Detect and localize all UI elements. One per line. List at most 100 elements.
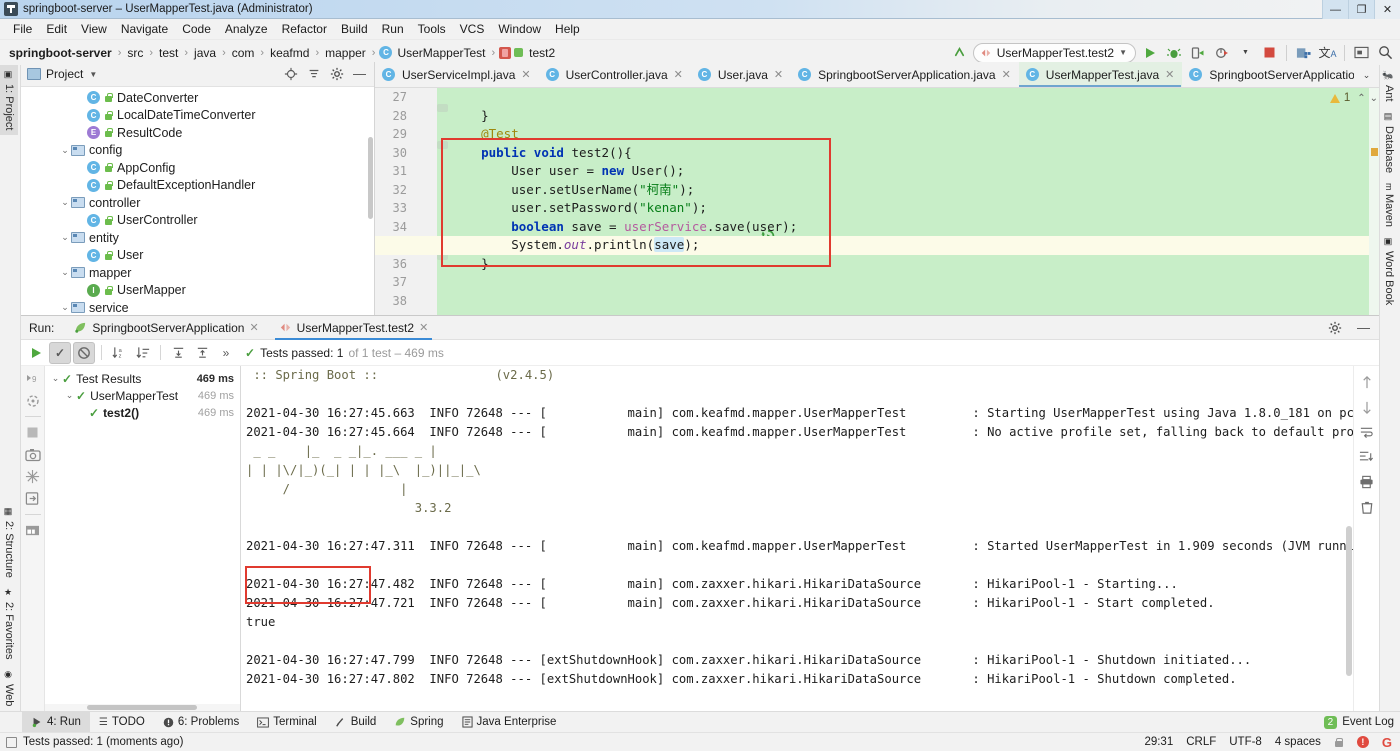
menu-analyze[interactable]: Analyze <box>218 20 275 38</box>
breadcrumb-item-mapper[interactable]: mapper <box>323 45 368 61</box>
soft-wrap-icon[interactable] <box>1359 424 1375 440</box>
close-icon[interactable]: ✕ <box>674 68 683 81</box>
tree-node[interactable]: C LocalDateTimeConverter <box>21 107 374 125</box>
bottom-item-build[interactable]: Build <box>326 712 386 733</box>
breadcrumb-item-test[interactable]: test <box>157 45 180 61</box>
chevron-up-icon[interactable]: ⌃ <box>1357 93 1365 104</box>
close-icon[interactable]: ✕ <box>774 68 783 81</box>
hide-panel-icon[interactable]: — <box>1353 317 1374 338</box>
lock-icon[interactable] <box>1334 737 1344 748</box>
profile-button[interactable] <box>1211 42 1232 63</box>
run-configuration-selector[interactable]: UserMapperTest.test2 ▼ <box>972 42 1136 63</box>
menu-build[interactable]: Build <box>334 20 375 38</box>
bottom-item-spring[interactable]: Spring <box>385 712 452 733</box>
collapse-all-icon[interactable] <box>303 64 324 85</box>
chevron-down-icon[interactable]: ▼ <box>89 70 97 79</box>
test-tree-row-results[interactable]: ⌄ ✓ Test Results 469 ms <box>45 370 240 387</box>
run-button[interactable] <box>1139 42 1160 63</box>
resume-program-icon[interactable]: 9 <box>24 370 41 387</box>
close-icon[interactable]: ✕ <box>1002 68 1011 81</box>
error-icon[interactable]: ! <box>1356 736 1369 748</box>
close-icon[interactable]: ✕ <box>1165 68 1174 81</box>
editor-tab-usermappertest[interactable]: C UserMapperTest.java ✕ <box>1018 62 1183 87</box>
clear-all-icon[interactable] <box>1359 499 1375 515</box>
sidebar-item-structure[interactable]: ▦ 2: Structure <box>0 502 18 583</box>
menu-navigate[interactable]: Navigate <box>114 20 175 38</box>
code-content[interactable]: } @Test public void test2(){ User user =… <box>375 88 1379 315</box>
snowflake-icon[interactable] <box>24 468 41 485</box>
layout-icon[interactable] <box>24 522 41 539</box>
sidebar-item-project[interactable]: ▣ 1: Project <box>0 65 18 136</box>
bottom-item-java-enterprise[interactable]: Java Enterprise <box>453 712 566 733</box>
expand-all-button[interactable] <box>167 342 189 364</box>
run-tab-springbootserverapplication[interactable]: SpringbootServerApplication ✕ <box>64 316 268 340</box>
close-icon[interactable]: ✕ <box>419 321 428 334</box>
project-tree[interactable]: C DateConverter C LocalDateTimeConverter E Re… <box>21 87 374 315</box>
tree-node[interactable]: C DefaultExceptionHandler <box>21 177 374 195</box>
scroll-up-icon[interactable] <box>1359 374 1375 390</box>
console-output[interactable]: :: Spring Boot :: (v2.4.5) 2021-04-30 16:… <box>241 366 1379 711</box>
editor-tab-usercontroller[interactable]: C UserController.java ✕ <box>539 62 691 87</box>
event-log-area[interactable]: 2 Event Log <box>1323 715 1394 729</box>
tree-node[interactable]: C DateConverter <box>21 89 374 107</box>
search-icon[interactable] <box>1375 42 1396 63</box>
chevron-down-icon[interactable]: ▼ <box>1235 42 1256 63</box>
sidebar-item-database[interactable]: ▤ Database <box>1380 107 1398 178</box>
code-fold-marker[interactable] <box>437 104 448 112</box>
sidebar-item-word-book[interactable]: ▣ Word Book <box>1380 232 1398 310</box>
editor-inspection-widget[interactable]: 1 ⌃ ⌄ <box>1329 92 1378 104</box>
run-tab-usermappertest-test2[interactable]: UserMapperTest.test2 ✕ <box>269 316 439 340</box>
chevron-down-icon[interactable]: ⌄ <box>59 267 71 278</box>
chevron-down-icon[interactable]: ⌄ <box>59 197 71 208</box>
maximize-button[interactable]: ❐ <box>1348 0 1374 19</box>
run-with-coverage-button[interactable] <box>1187 42 1208 63</box>
editor-tab-springbootserverapplicationtests[interactable]: C SpringbootServerApplicationTests.java … <box>1182 62 1379 87</box>
google-icon[interactable]: G <box>1382 735 1392 750</box>
tree-node[interactable]: ⌄ entity <box>21 229 374 247</box>
menu-window[interactable]: Window <box>491 20 548 38</box>
tree-node[interactable]: ⌄ service <box>21 299 374 315</box>
rerun-button[interactable] <box>25 342 47 364</box>
bottom-item-terminal[interactable]: Terminal <box>248 712 325 733</box>
chevron-down-icon[interactable]: ⌄ <box>59 232 71 243</box>
file-encoding[interactable]: UTF-8 <box>1229 736 1262 748</box>
close-icon[interactable]: ✕ <box>521 68 530 81</box>
tree-node[interactable]: C UserController <box>21 212 374 230</box>
editor-tab-userserviceimpl[interactable]: C UserServiceImpl.java ✕ <box>375 62 539 87</box>
menu-help[interactable]: Help <box>548 20 587 38</box>
tree-node[interactable]: C AppConfig <box>21 159 374 177</box>
gear-icon[interactable] <box>1324 317 1345 338</box>
test-tree-row-class[interactable]: ⌄ ✓ UserMapperTest 469 ms <box>45 387 240 404</box>
more-options-button[interactable]: » <box>215 342 237 364</box>
indent-setting[interactable]: 4 spaces <box>1275 736 1321 748</box>
code-editor[interactable]: 272829303132333435363738 } @Test public … <box>375 88 1379 315</box>
breadcrumb-item-com[interactable]: com <box>230 45 257 61</box>
collapse-all-button[interactable] <box>191 342 213 364</box>
test-results-tree[interactable]: ⌄ ✓ Test Results 469 ms ⌄ ✓ UserMapperTe… <box>45 366 241 711</box>
sidebar-item-ant[interactable]: 🐜 Ant <box>1380 65 1398 107</box>
breadcrumb-item-keafmd[interactable]: keafmd <box>268 45 311 61</box>
editor-tab-user[interactable]: C User.java ✕ <box>691 62 791 87</box>
bottom-item-problems[interactable]: 6: Problems <box>154 712 248 733</box>
show-passed-toggle[interactable]: ✓ <box>49 341 71 364</box>
menu-edit[interactable]: Edit <box>39 20 74 38</box>
translate-icon[interactable]: 文A <box>1317 42 1338 63</box>
breadcrumb-item-src[interactable]: src <box>125 45 145 61</box>
menu-run[interactable]: Run <box>375 20 411 38</box>
debug-button[interactable] <box>1163 42 1184 63</box>
chevron-down-icon[interactable]: ⌄ <box>63 390 76 401</box>
test-tree-hscrollbar[interactable] <box>45 704 240 711</box>
scroll-from-source-icon[interactable] <box>280 64 301 85</box>
breadcrumb-item-method[interactable]: test2 <box>527 45 557 61</box>
menu-vcs[interactable]: VCS <box>453 20 492 38</box>
project-scrollbar[interactable] <box>368 137 373 219</box>
breadcrumb-item-project[interactable]: springboot-server <box>7 45 114 61</box>
show-ignored-toggle[interactable] <box>73 341 95 364</box>
print-icon[interactable] <box>1359 474 1375 490</box>
sidebar-item-maven[interactable]: m Maven <box>1380 178 1398 233</box>
tree-node[interactable]: ⌄ config <box>21 142 374 160</box>
event-log-label[interactable]: Event Log <box>1342 716 1394 728</box>
chevron-down-icon[interactable]: ⌄ <box>1356 65 1377 86</box>
hide-panel-icon[interactable]: — <box>349 64 370 85</box>
menu-file[interactable]: File <box>6 20 39 38</box>
